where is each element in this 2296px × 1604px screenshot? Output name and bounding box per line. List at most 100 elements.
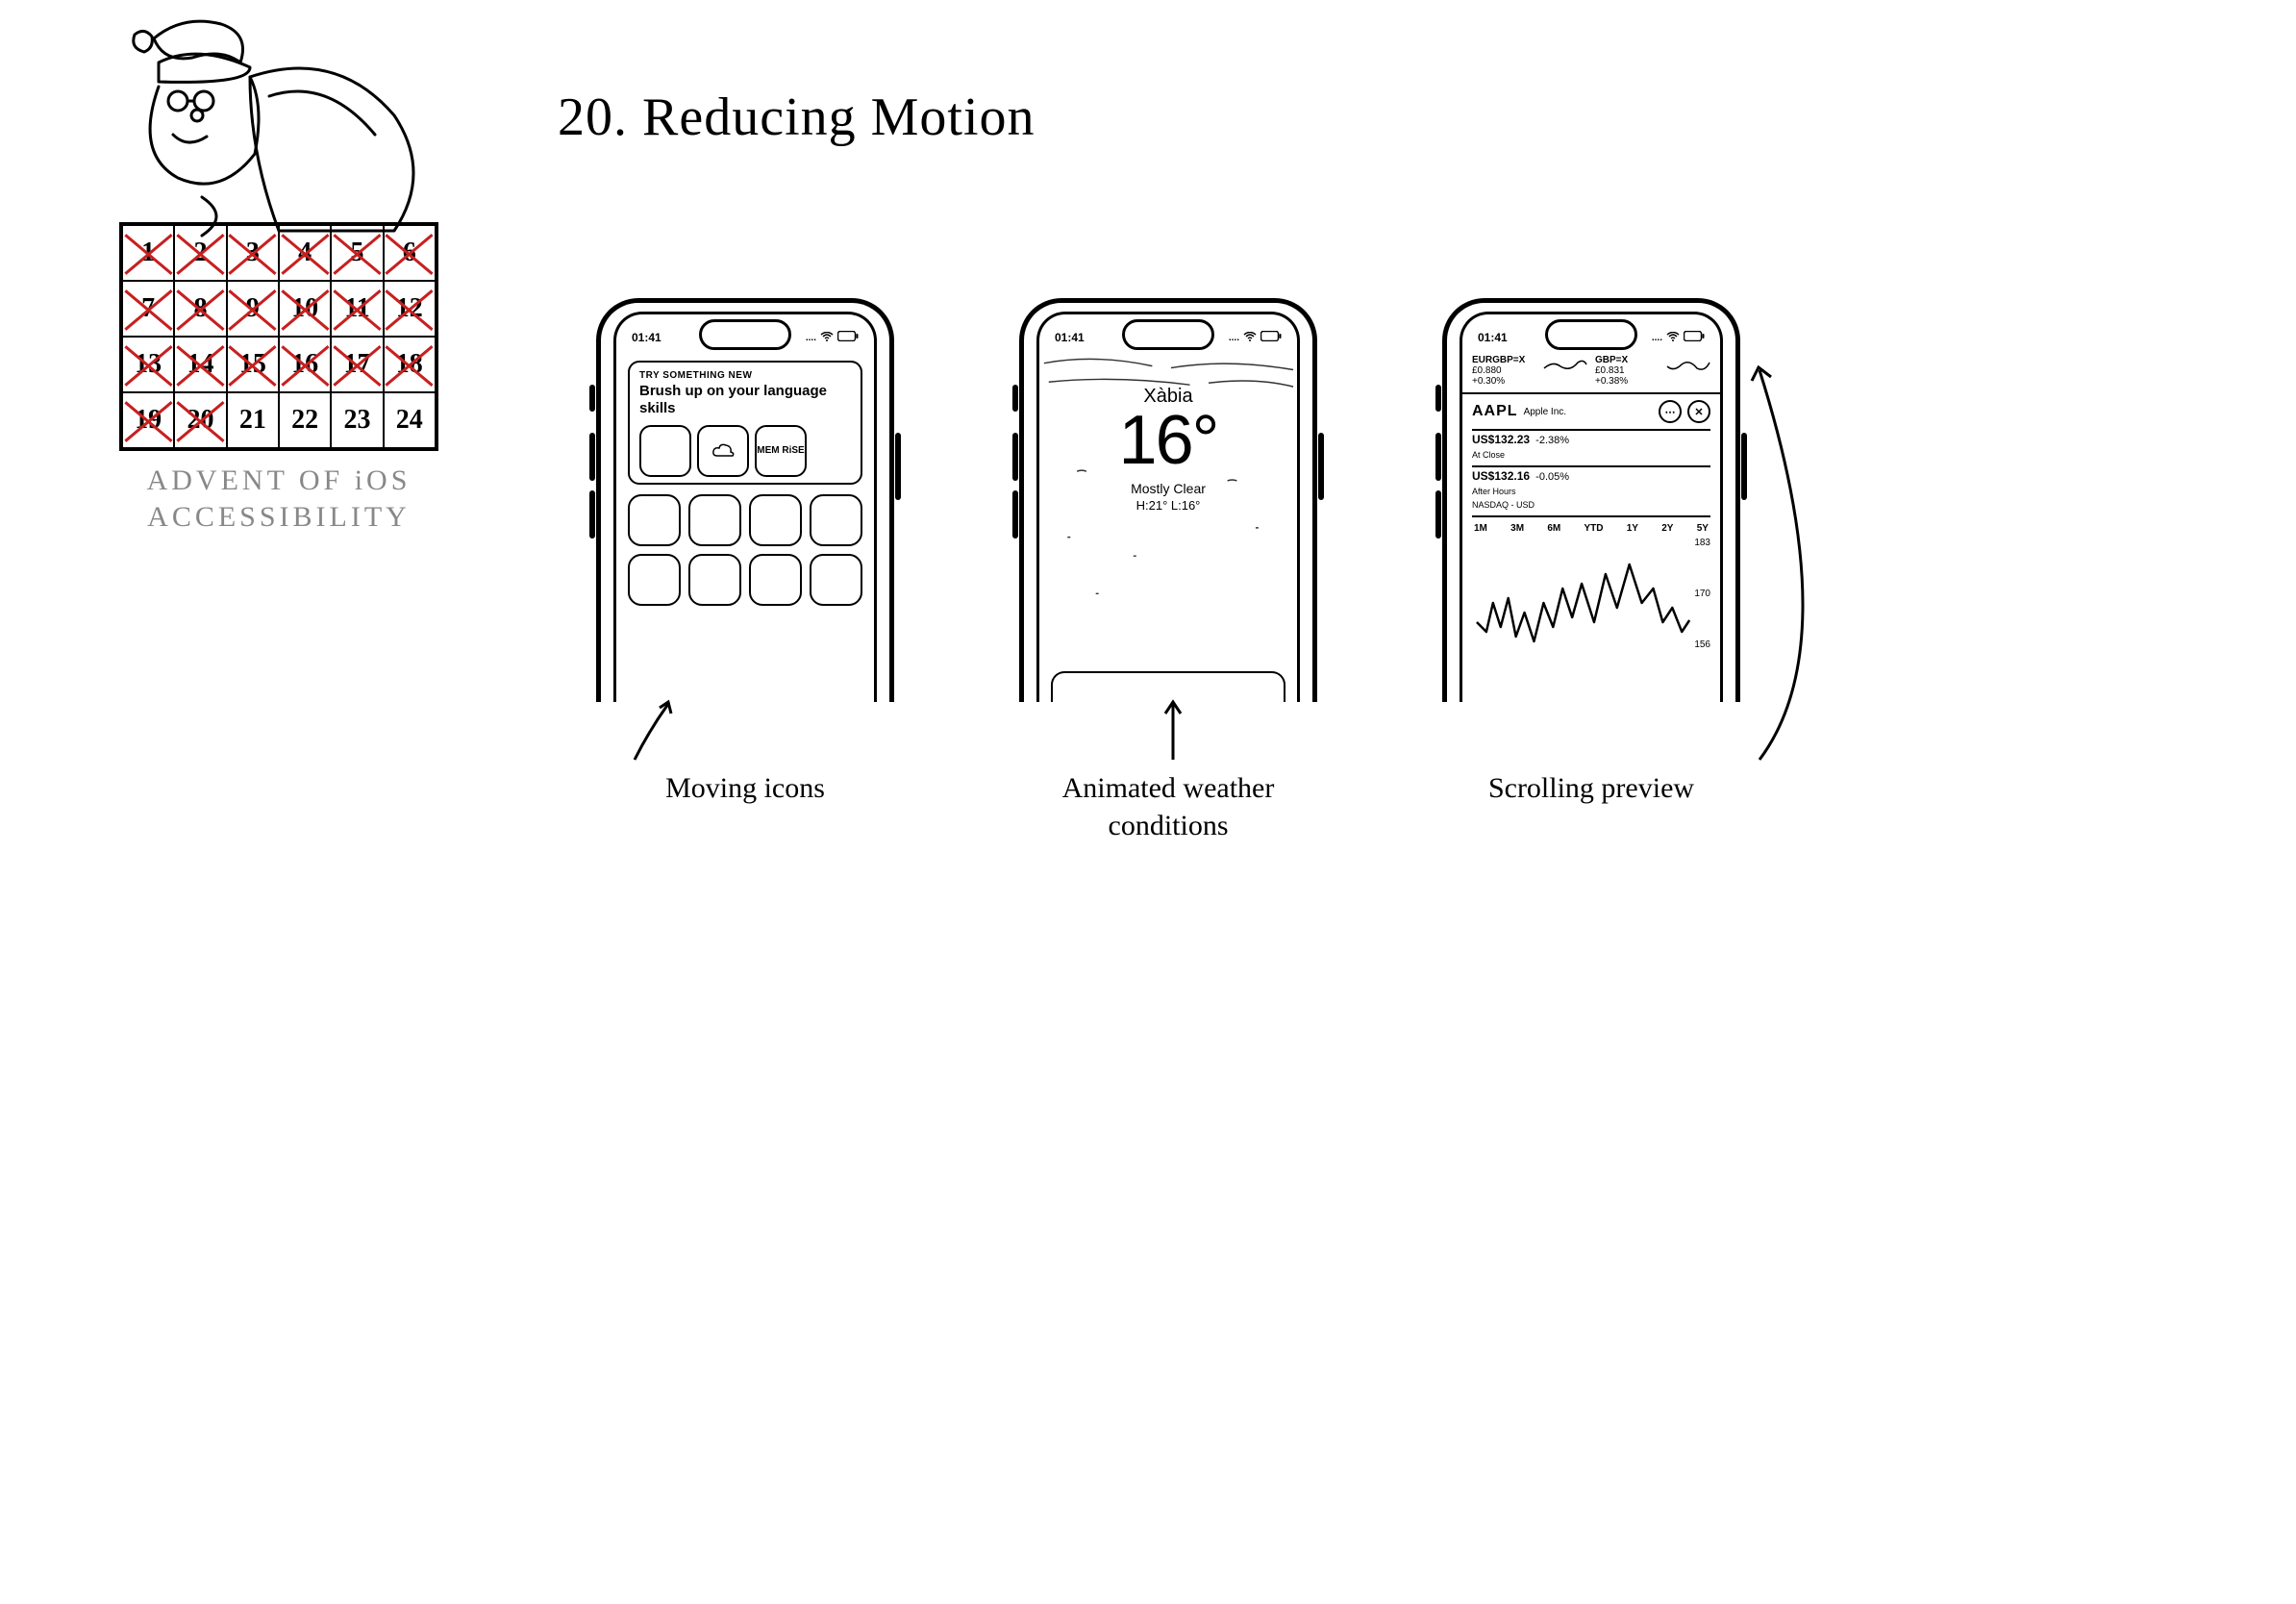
calendar-day: 4 (279, 225, 331, 281)
advent-label-line1: ADVENT OF iOS (147, 464, 412, 496)
advent-label: ADVENT OF iOS ACCESSIBILITY (106, 464, 452, 534)
calendar-day: 14 (174, 337, 226, 392)
cellular-icon: .... (1229, 333, 1239, 343)
calendar-day: 22 (279, 392, 331, 448)
calendar-day: 6 (384, 225, 436, 281)
calendar-day: 24 (384, 392, 436, 448)
y-axis-value: 183 (1694, 538, 1710, 548)
battery-icon (837, 331, 859, 344)
phone-volume-up (589, 433, 595, 481)
app-icon[interactable] (810, 494, 862, 546)
ticker-price: £0.880 (1472, 365, 1535, 376)
arrow-icon (1731, 356, 1856, 769)
calendar-day: 15 (227, 337, 279, 392)
sparkline-icon (1543, 355, 1587, 374)
app-icon[interactable] (688, 554, 741, 606)
range-option[interactable]: 6M (1547, 523, 1560, 534)
stock-header: AAPL Apple Inc. ⋯ ✕ (1462, 394, 1720, 429)
caption-moving-icons: Moving icons (665, 769, 825, 807)
appstore-story-card[interactable]: TRY SOMETHING NEW Brush up on your langu… (628, 361, 862, 485)
battery-icon (1684, 331, 1705, 344)
calendar-day: 11 (331, 281, 383, 337)
range-option[interactable]: 1Y (1627, 523, 1638, 534)
y-axis-value: 170 (1694, 589, 1710, 599)
calendar-day: 2 (174, 225, 226, 281)
range-option[interactable]: YTD (1584, 523, 1603, 534)
phone-power-button (895, 433, 901, 500)
calendar-day: 12 (384, 281, 436, 337)
status-time: 01:41 (632, 331, 661, 344)
status-time: 01:41 (1055, 331, 1085, 344)
app-icon[interactable] (628, 554, 681, 606)
calendar-day: 16 (279, 337, 331, 392)
calendar-day: 21 (227, 392, 279, 448)
advent-label-line2: ACCESSIBILITY (106, 501, 452, 534)
phone-mute-switch (1012, 385, 1018, 412)
price-label: At Close (1462, 448, 1720, 462)
caption-scrolling: Scrolling preview (1488, 769, 1694, 807)
calendar-day: 1 (122, 225, 174, 281)
calendar-day: 9 (227, 281, 279, 337)
calendar-day: 7 (122, 281, 174, 337)
stock-company: Apple Inc. (1524, 407, 1653, 417)
range-option[interactable]: 2Y (1661, 523, 1673, 534)
calendar-day: 19 (122, 392, 174, 448)
phone-stocks: 01:41 .... EURGBP=X £0.880 (1442, 298, 1740, 844)
dynamic-island (1122, 319, 1214, 350)
exchange-label: NASDAQ - USD (1462, 498, 1720, 512)
advent-calendar: 123456789101112131415161718192021222324 (119, 222, 438, 451)
arrow-icon (615, 692, 692, 769)
more-button[interactable]: ⋯ (1659, 400, 1682, 423)
app-icon[interactable] (749, 494, 802, 546)
wifi-icon (1666, 332, 1680, 344)
phone-volume-up (1012, 433, 1018, 481)
app-icon[interactable] (810, 554, 862, 606)
phone-volume-down (1012, 490, 1018, 539)
ticker-change: +0.30% (1472, 376, 1535, 387)
santa-calendar-illustration: 123456789101112131415161718192021222324 … (106, 10, 452, 534)
stock-symbol: AAPL (1472, 403, 1518, 420)
story-headline: Brush up on your language skills (639, 383, 851, 417)
calendar-day: 20 (174, 392, 226, 448)
app-icon-grid (628, 494, 862, 606)
y-axis-value: 156 (1694, 639, 1710, 650)
phone-mute-switch (1435, 385, 1441, 412)
wifi-icon (820, 332, 834, 344)
phone-weather: 01:41 .... (1019, 298, 1317, 844)
phone-volume-down (589, 490, 595, 539)
calendar-day: 13 (122, 337, 174, 392)
range-option[interactable]: 1M (1474, 523, 1487, 534)
price-label: After Hours (1462, 485, 1720, 498)
app-icon-memrise[interactable]: MEM RiSE (755, 425, 807, 477)
calendar-day: 8 (174, 281, 226, 337)
calendar-day: 3 (227, 225, 279, 281)
app-icon[interactable] (749, 554, 802, 606)
cloud-icon (711, 441, 736, 461)
app-icon[interactable] (639, 425, 691, 477)
app-icon[interactable] (688, 494, 741, 546)
phone-volume-down (1435, 490, 1441, 539)
range-option[interactable]: 5Y (1697, 523, 1709, 534)
story-tag: TRY SOMETHING NEW (639, 370, 851, 381)
page-title: 20. Reducing Motion (558, 87, 1036, 148)
caption-weather: Animated weatherconditions (1062, 769, 1275, 844)
close-button[interactable]: ✕ (1687, 400, 1710, 423)
cellular-icon: .... (806, 333, 816, 343)
weather-summary: Xàbia 16° Mostly Clear H:21° L:16° (1039, 351, 1297, 513)
app-icon[interactable] (697, 425, 749, 477)
ticker-item[interactable]: EURGBP=X £0.880 +0.30% (1472, 355, 1535, 387)
range-option[interactable]: 3M (1510, 523, 1524, 534)
price-at-close: US$132.23 -2.38% (1462, 431, 1720, 448)
wifi-icon (1243, 332, 1257, 344)
app-icon[interactable] (628, 494, 681, 546)
weather-temp: 16° (1039, 406, 1297, 475)
dynamic-island (1545, 319, 1637, 350)
phone-moving-icons: 01:41 .... TRY SOMETHING NEW Brush up on… (596, 298, 894, 844)
calendar-day: 5 (331, 225, 383, 281)
ticker-row[interactable]: EURGBP=X £0.880 +0.30% GBP=X £0.831 +0.3… (1462, 351, 1720, 394)
dynamic-island (699, 319, 791, 350)
stock-chart[interactable]: 183 170 156 (1472, 536, 1710, 661)
ticker-item[interactable]: GBP=X £0.831 +0.38% (1595, 355, 1659, 387)
calendar-day: 23 (331, 392, 383, 448)
time-range-selector[interactable]: 1M 3M 6M YTD 1Y 2Y 5Y (1462, 517, 1720, 536)
